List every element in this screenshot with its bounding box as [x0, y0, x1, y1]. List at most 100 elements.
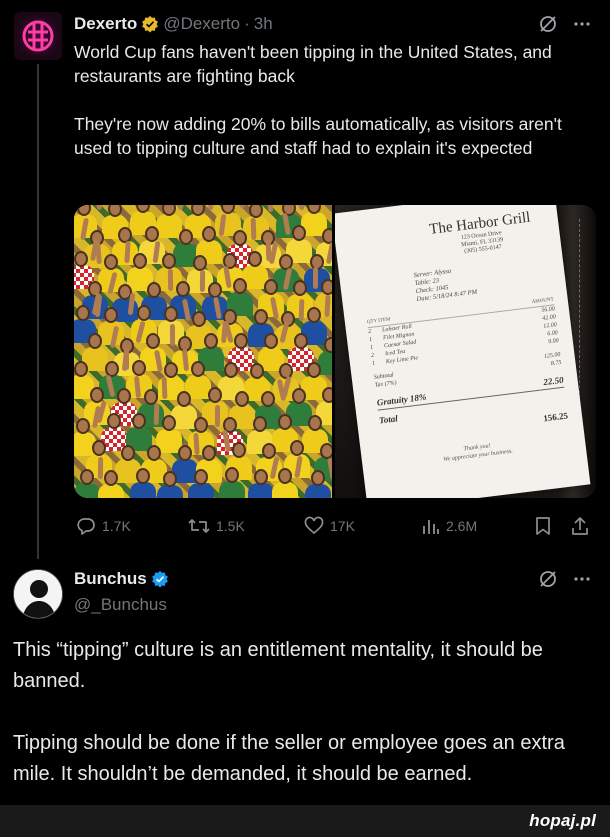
crowd-arm [324, 295, 331, 318]
crowd-head [74, 360, 89, 377]
tweet-media[interactable]: The Harbor Grill 123 Ocean Drive Miami, … [74, 205, 596, 498]
crowd-head [323, 337, 332, 354]
crowd-shirt [98, 483, 125, 498]
reply-icon [77, 518, 95, 535]
bookmark-button[interactable] [534, 515, 552, 537]
receipt-meta: Server: Alyssa Table: 23 Check: 1045 Dat… [413, 267, 478, 304]
crowd-head [248, 205, 263, 218]
author-handle[interactable]: @Dexerto [163, 14, 240, 34]
reply-top-icons [538, 569, 592, 589]
tweet-text: World Cup fans haven't been tipping in t… [74, 40, 594, 184]
like-button[interactable]: 17K [304, 515, 355, 537]
share-icon [572, 517, 588, 535]
crowd-head [103, 307, 118, 324]
thread-line [37, 64, 39, 559]
watermark-logo[interactable]: hopaj.pl [529, 811, 596, 831]
crowd-head [75, 305, 90, 322]
crowd-arm [167, 268, 174, 291]
author-name[interactable]: Dexerto [74, 14, 137, 34]
crowd-head [163, 470, 178, 487]
reply-paragraph: Tipping should be done if the seller or … [13, 732, 565, 785]
tweet-top-icons [538, 14, 592, 34]
crowd-head [306, 361, 321, 378]
grok-icon[interactable] [538, 569, 558, 589]
crowd-arm [199, 269, 206, 292]
crowd-head [253, 308, 268, 325]
crowd-arm [265, 205, 274, 212]
crowd-head [79, 469, 94, 486]
tweet-header: Dexerto @Dexerto · 3h [74, 14, 273, 34]
separator-dot: · [244, 14, 250, 33]
more-options-icon[interactable] [572, 569, 592, 589]
tweet-paragraph: World Cup fans haven't been tipping in t… [74, 42, 552, 86]
crowd-head [161, 253, 176, 270]
receipt-photo[interactable]: The Harbor Grill 123 Ocean Drive Miami, … [335, 205, 596, 498]
crowd-arm [313, 266, 319, 289]
crowd-head [232, 278, 247, 295]
views-count: 2.6M [446, 518, 478, 534]
crowd-head [310, 469, 325, 486]
crowd-head [252, 416, 267, 433]
crowd-head [202, 225, 217, 242]
crowd-head [321, 278, 332, 295]
crowd-head [319, 443, 332, 460]
post-time[interactable]: 3h [254, 14, 273, 34]
crowd-arm [177, 205, 188, 211]
reply-button[interactable]: 1.7K [76, 515, 131, 537]
crowd-shirt [155, 214, 182, 239]
crowd-head [178, 229, 193, 246]
reply-count: 1.7K [102, 518, 131, 534]
dexerto-logo-icon[interactable] [14, 12, 62, 60]
crowd-arm [97, 457, 103, 480]
crowd-photo[interactable] [74, 205, 332, 498]
crowd-shirt [129, 482, 156, 498]
crowd-head [144, 225, 159, 242]
tweet-paragraph: They're now adding 20% to bills automati… [74, 114, 562, 158]
crowd-arm [169, 323, 175, 346]
views-button[interactable]: 2.6M [422, 515, 477, 537]
author-handle[interactable]: @_Bunchus [74, 595, 167, 615]
crowd-head [177, 390, 192, 407]
tweet-actions: 1.7K 1.5K 17K 2.6M [74, 515, 594, 537]
crowd-head [207, 387, 222, 404]
crowd-arm [124, 348, 130, 371]
crowd-arm [250, 217, 256, 240]
share-button[interactable] [570, 515, 590, 537]
crowd-head [161, 414, 176, 431]
crowd-shirt [271, 482, 298, 498]
crowd-arm [92, 205, 103, 211]
avatar[interactable] [13, 569, 63, 619]
crowd-head [231, 442, 246, 459]
crowd-head [117, 226, 132, 243]
reply-header: Bunchus [74, 569, 169, 589]
crowd-head [261, 442, 276, 459]
tweet-dexerto: Dexerto @Dexerto · 3h World Cup fans hav… [0, 0, 610, 559]
crowd-arm [207, 205, 215, 210]
crowd-head [291, 224, 306, 241]
more-options-icon[interactable] [572, 14, 592, 34]
crowd-head [306, 307, 321, 324]
crowd-head [291, 388, 306, 405]
crowd-head [207, 281, 222, 298]
like-count: 17K [330, 518, 355, 534]
repost-icon [188, 519, 210, 533]
blue-verified-icon [151, 570, 169, 588]
crowd-shirt [218, 481, 245, 498]
crowd-head [88, 332, 103, 349]
crowd-head [261, 390, 276, 407]
bookmark-icon [536, 517, 550, 535]
crowd-head [192, 310, 207, 327]
gold-verified-icon [141, 15, 159, 33]
crowd-shirt [74, 483, 100, 498]
grok-icon[interactable] [538, 14, 558, 34]
crowd-head [202, 444, 217, 461]
crowd-head [176, 280, 190, 297]
crowd-head [263, 332, 278, 349]
repost-count: 1.5K [216, 518, 245, 534]
crowd-head [277, 468, 292, 485]
crowd-head [292, 280, 307, 297]
views-icon [423, 520, 439, 534]
repost-button[interactable]: 1.5K [188, 515, 245, 537]
author-name[interactable]: Bunchus [74, 569, 147, 589]
crowd-head [253, 468, 268, 485]
